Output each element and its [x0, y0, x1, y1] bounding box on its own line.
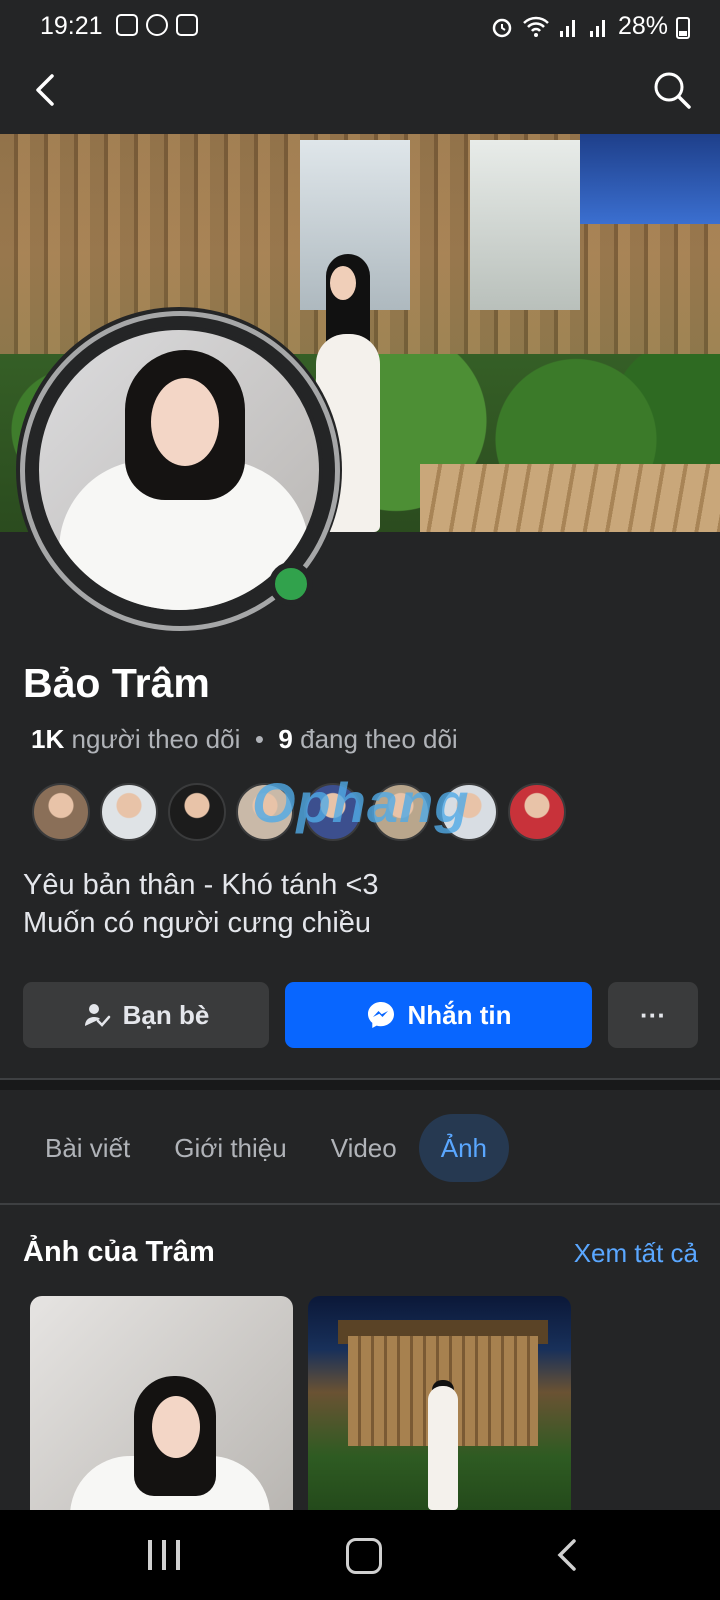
top-bar — [0, 52, 720, 132]
friend-avatar[interactable] — [168, 783, 226, 841]
tab-video[interactable]: Video — [309, 1114, 419, 1182]
system-back-icon[interactable] — [552, 1538, 582, 1572]
cover-deck — [420, 464, 720, 532]
photo-thumbnail[interactable] — [30, 1296, 293, 1510]
followers-count[interactable]: 1K — [31, 724, 64, 754]
tabs-divider — [0, 1203, 720, 1205]
stats-separator: • — [254, 724, 264, 754]
system-icons: 28% — [490, 12, 690, 41]
photo-thumbnail[interactable] — [308, 1296, 571, 1510]
messenger-notification-icon — [146, 14, 168, 36]
notification-icons — [116, 14, 198, 36]
cover-sky — [580, 134, 720, 224]
battery-icon — [676, 16, 690, 39]
home-icon[interactable] — [346, 1538, 382, 1574]
status-time: 19:21 — [40, 12, 103, 40]
online-status-dot — [269, 562, 313, 606]
photos-section-title: Ảnh của Trâm — [23, 1236, 215, 1268]
signal-icon — [559, 19, 575, 37]
bio-line-2: Muốn có người cưng chiều — [23, 907, 372, 939]
friend-avatar[interactable] — [32, 783, 90, 841]
alarm-icon — [492, 18, 512, 37]
friend-avatar[interactable] — [508, 783, 566, 841]
tab-about[interactable]: Giới thiệu — [152, 1114, 308, 1182]
tab-posts[interactable]: Bài viết — [23, 1114, 152, 1182]
gallery-notification-icon — [116, 14, 138, 36]
recent-apps-icon[interactable] — [148, 1540, 180, 1570]
app-notification-icon — [176, 14, 198, 36]
signal-icon-2 — [589, 19, 605, 37]
bio-line-1: Yêu bản thân - Khó tánh <3 — [23, 869, 379, 901]
more-options-button[interactable]: ··· — [608, 982, 698, 1048]
profile-tabs: Bài viết Giới thiệu Video Ảnh — [23, 1114, 509, 1182]
tab-photos[interactable]: Ảnh — [418, 1114, 509, 1182]
more-icon: ··· — [640, 999, 666, 1030]
friends-button-label: Bạn bè — [122, 999, 210, 1030]
following-count[interactable]: 9 — [278, 724, 292, 754]
section-separator — [0, 1080, 720, 1090]
status-bar: 19:21 28% — [0, 0, 720, 52]
watermark-logo: Ophang — [252, 771, 470, 834]
profile-bio: Yêu bản thân - Khó tánh <3 Muốn có người… — [23, 866, 379, 942]
follow-stats: 1K người theo dõi • 9 đang theo dõi — [31, 724, 458, 755]
following-label[interactable]: đang theo dõi — [300, 724, 458, 754]
search-icon[interactable] — [650, 68, 694, 112]
back-arrow-icon[interactable] — [26, 68, 66, 112]
see-all-link[interactable]: Xem tất cả — [574, 1238, 698, 1269]
messenger-icon — [367, 1002, 394, 1028]
wifi-icon — [523, 16, 549, 37]
friend-avatar[interactable] — [100, 783, 158, 841]
message-button[interactable]: Nhắn tin — [285, 982, 592, 1048]
system-nav-bar — [0, 1510, 720, 1600]
followers-label[interactable]: người theo dõi — [71, 724, 240, 754]
cover-window — [470, 140, 580, 310]
profile-name: Bảo Trâm — [23, 660, 210, 706]
message-button-label: Nhắn tin — [407, 999, 512, 1030]
friends-button[interactable]: Bạn bè — [23, 982, 269, 1048]
friend-check-icon — [84, 1004, 110, 1027]
battery-text: 28% — [617, 12, 668, 40]
